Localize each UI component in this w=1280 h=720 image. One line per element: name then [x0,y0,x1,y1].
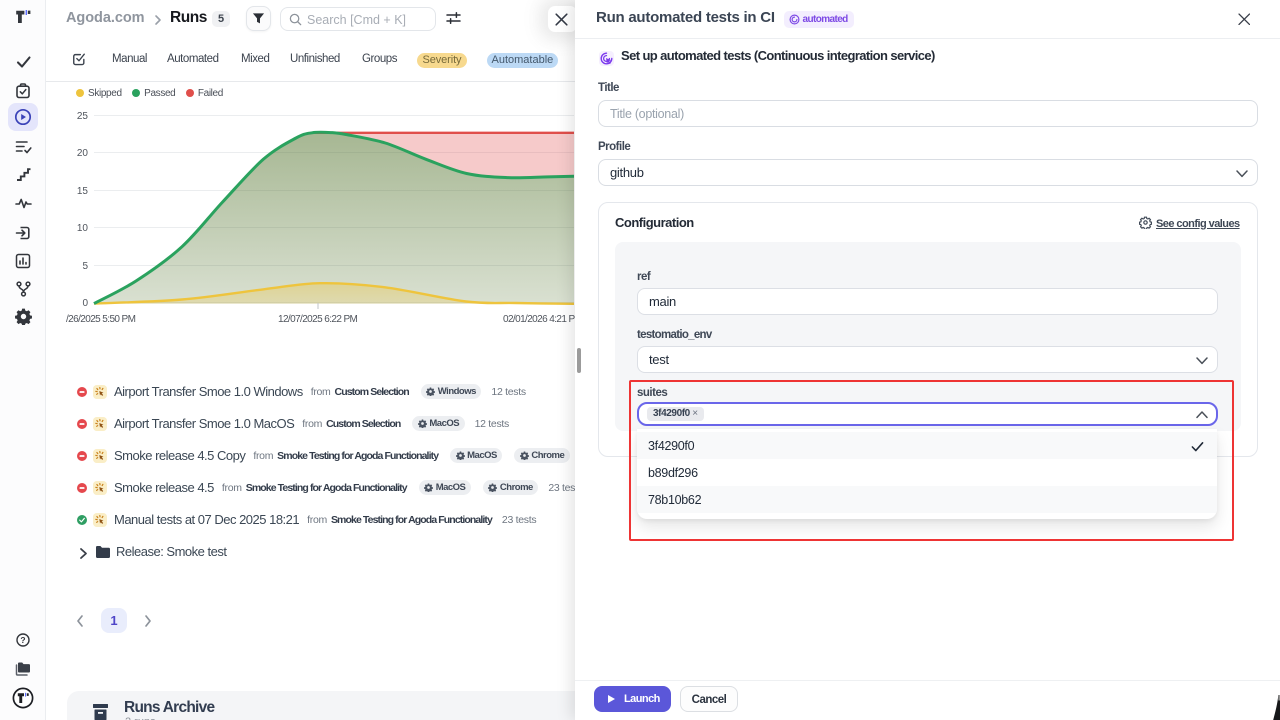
svg-text:12/07/2025 6:22 PM: 12/07/2025 6:22 PM [278,314,358,325]
svg-text:02/01/2026 4:21 PM: 02/01/2026 4:21 PM [503,314,575,325]
svg-text:20: 20 [77,148,89,159]
svg-text:5: 5 [82,261,88,272]
svg-text:15: 15 [77,186,89,197]
svg-text:?: ? [20,635,25,645]
svg-text:25: 25 [77,111,89,122]
svg-text:10: 10 [77,223,89,234]
svg-text:0: 0 [82,298,88,309]
svg-text:/26/2025 5:50 PM: /26/2025 5:50 PM [66,314,136,325]
